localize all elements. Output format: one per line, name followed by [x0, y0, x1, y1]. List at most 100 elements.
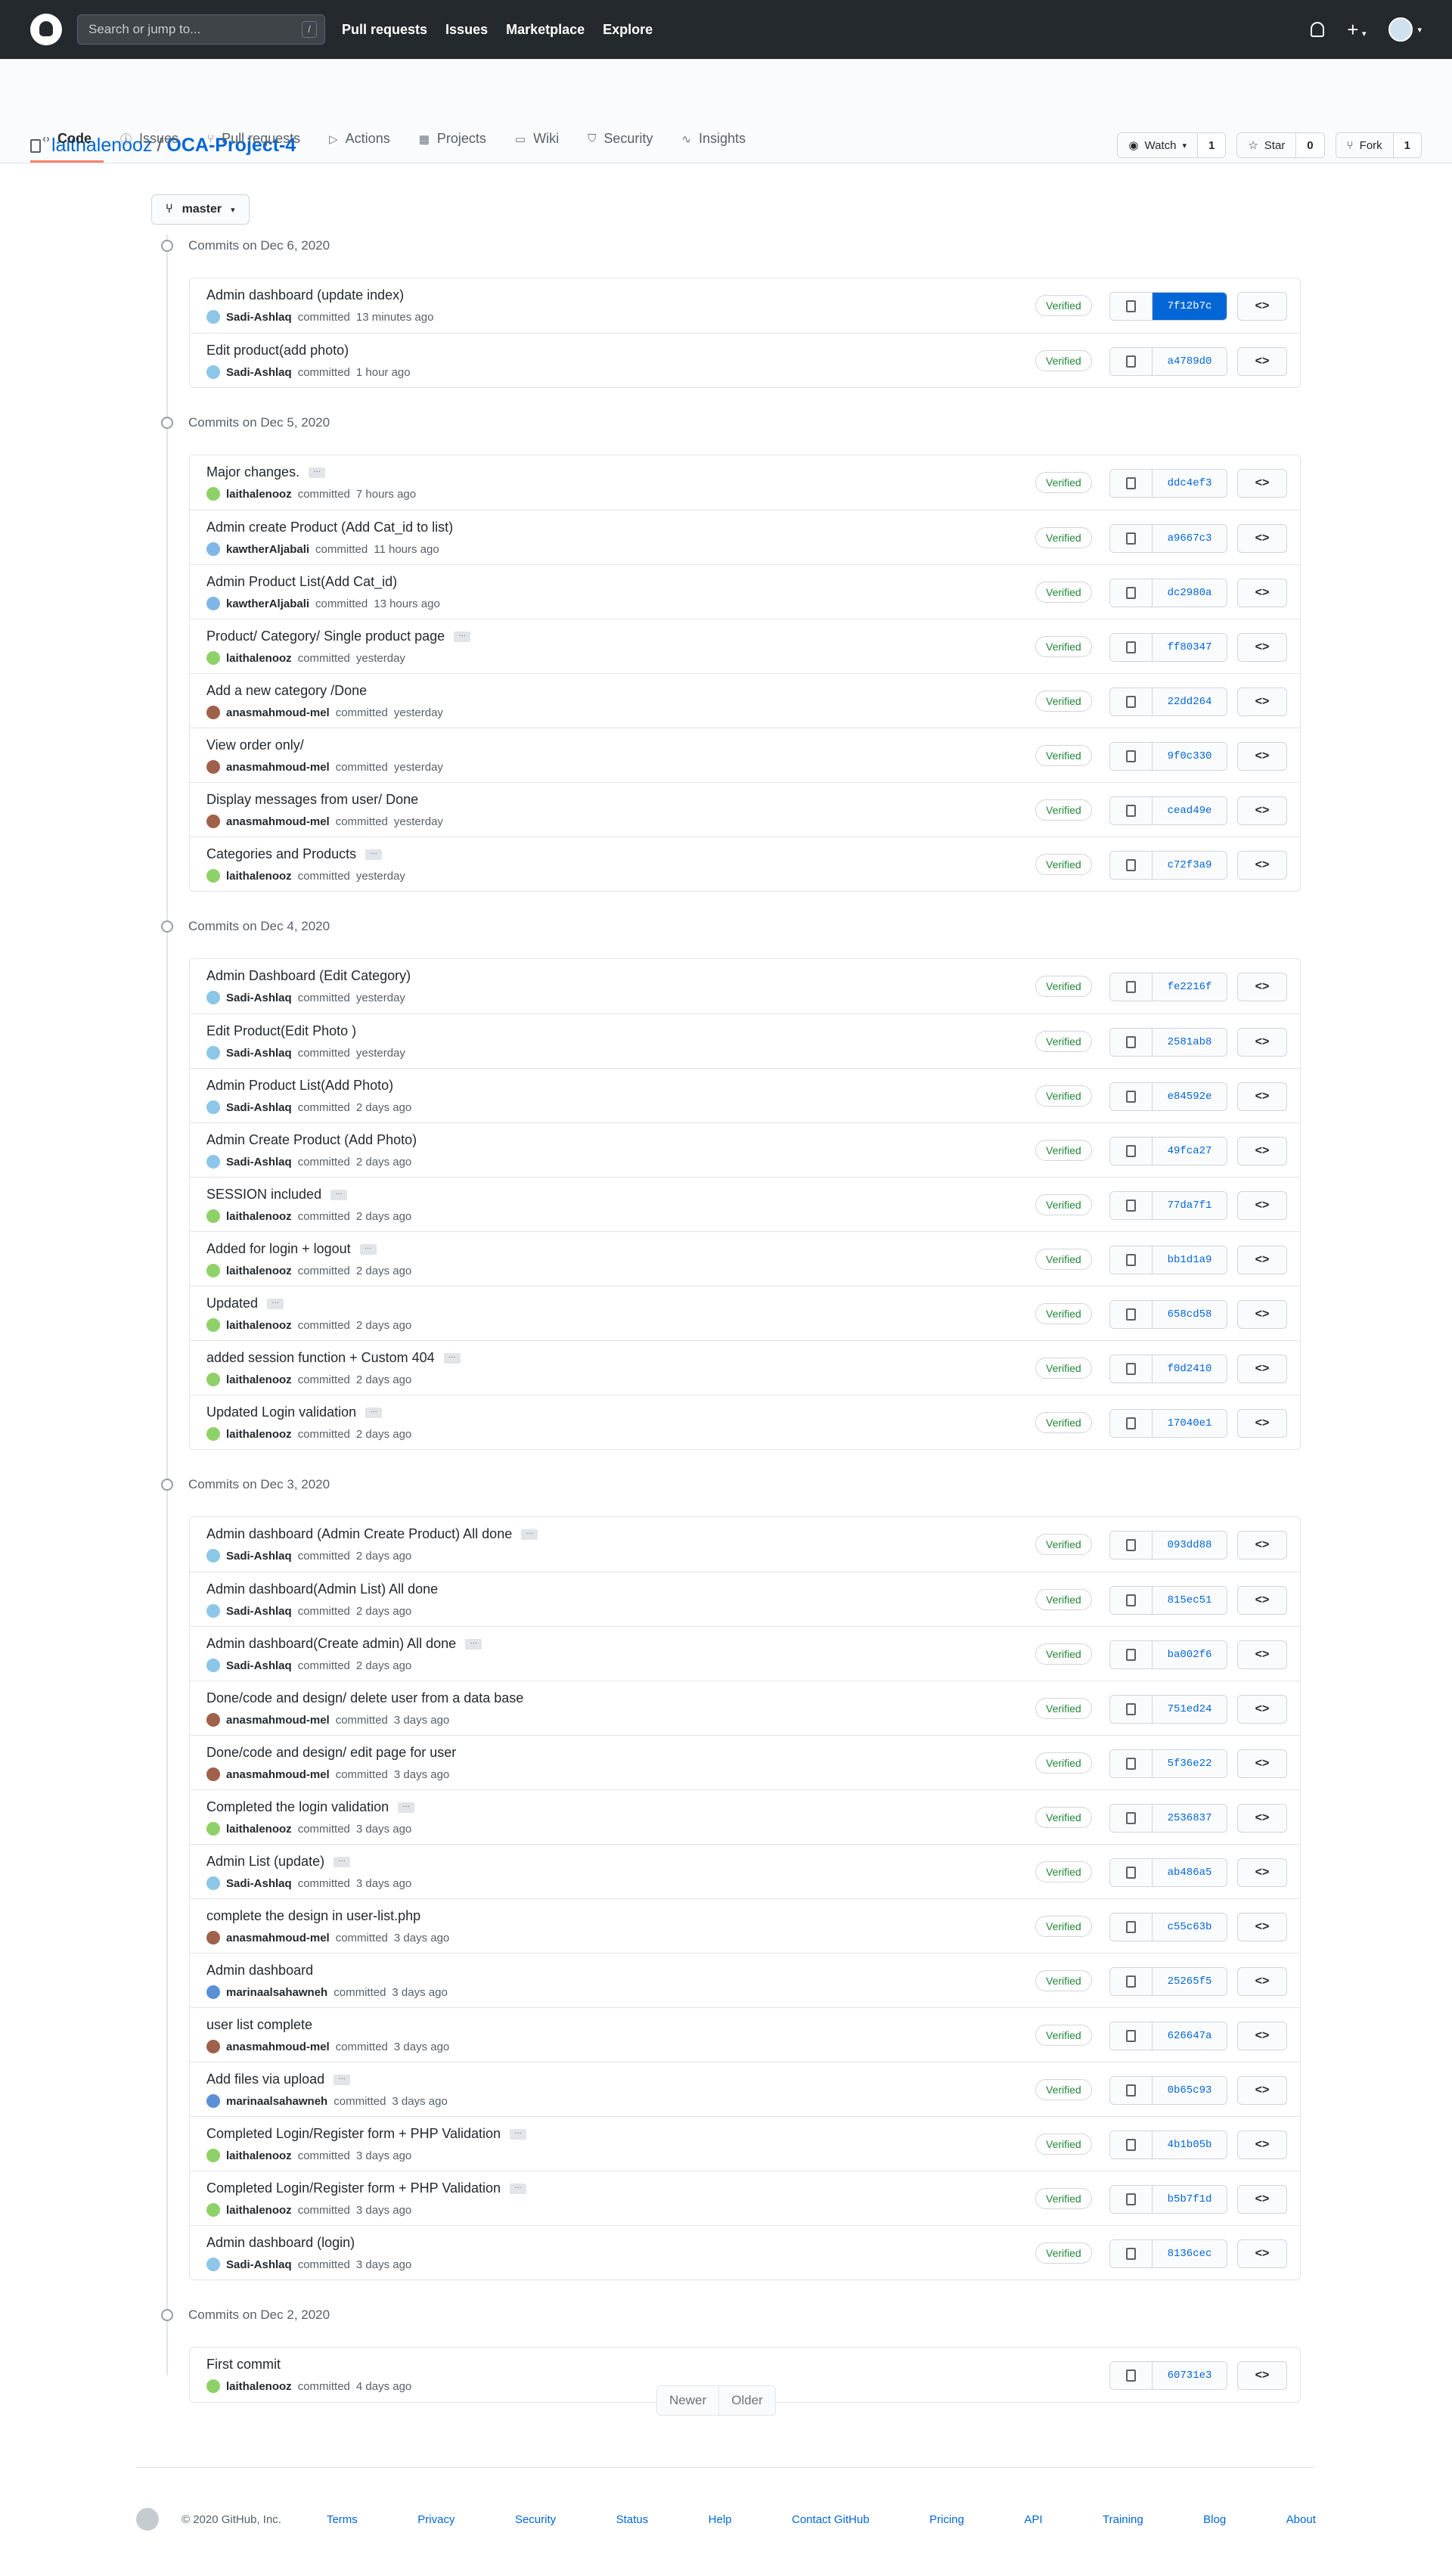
browse-repo-button[interactable]: <>: [1237, 469, 1287, 498]
fork-button[interactable]: ⑂ Fork 1: [1335, 132, 1422, 158]
footer-link[interactable]: Terms: [327, 2513, 358, 2526]
copy-sha-button[interactable]: [1110, 1968, 1153, 1995]
commit-author[interactable]: Sadi-Ashlaq: [226, 1659, 292, 1672]
commit-sha-link[interactable]: 2536837: [1153, 1805, 1227, 1832]
commit-sha-link[interactable]: 751ed24: [1153, 1696, 1227, 1723]
commit-sha-link[interactable]: c72f3a9: [1153, 852, 1227, 879]
commit-message[interactable]: Edit Product(Edit Photo ): [206, 1023, 356, 1039]
copy-sha-button[interactable]: [1110, 688, 1153, 715]
copy-sha-button[interactable]: [1110, 852, 1153, 879]
verified-badge[interactable]: Verified: [1035, 1807, 1092, 1828]
author-avatar[interactable]: [206, 1822, 220, 1836]
commit-message[interactable]: Completed Login/Register form + PHP Vali…: [206, 2126, 501, 2142]
commit-message[interactable]: Completed the login validation: [206, 1799, 389, 1815]
commit-message[interactable]: Admin dashboard (update index): [206, 287, 404, 303]
tab-actions[interactable]: ▷ Actions: [317, 131, 402, 163]
verified-badge[interactable]: Verified: [1035, 1249, 1092, 1270]
footer-link[interactable]: Help: [709, 2513, 732, 2526]
author-avatar[interactable]: [206, 597, 220, 610]
browse-repo-button[interactable]: <>: [1237, 1586, 1287, 1615]
commit-message[interactable]: Updated Login validation: [206, 1404, 356, 1420]
copy-sha-button[interactable]: [1110, 293, 1153, 320]
author-avatar[interactable]: [206, 1931, 220, 1944]
commit-author[interactable]: Sadi-Ashlaq: [226, 992, 292, 1004]
browse-repo-button[interactable]: <>: [1237, 1531, 1287, 1560]
commit-author[interactable]: Sadi-Ashlaq: [226, 1101, 292, 1114]
expand-ellipsis-button[interactable]: …: [521, 1528, 538, 1540]
footer-link[interactable]: Security: [515, 2513, 556, 2526]
copy-sha-button[interactable]: [1110, 1532, 1153, 1559]
watch-count[interactable]: 1: [1197, 133, 1226, 157]
commit-author[interactable]: anasmahmoud-mel: [226, 1714, 330, 1727]
browse-repo-button[interactable]: <>: [1237, 687, 1287, 716]
copy-sha-button[interactable]: [1110, 1137, 1153, 1165]
commit-message[interactable]: Admin dashboard(Create admin) All done: [206, 1636, 456, 1652]
commit-author[interactable]: laithalenooz: [226, 488, 292, 501]
commit-author[interactable]: laithalenooz: [226, 2149, 292, 2162]
copy-sha-button[interactable]: [1110, 1913, 1153, 1941]
commit-author[interactable]: Sadi-Ashlaq: [226, 1877, 292, 1890]
commit-sha-link[interactable]: 25265f5: [1153, 1968, 1227, 1995]
commit-author[interactable]: laithalenooz: [226, 652, 292, 665]
commit-message[interactable]: added session function + Custom 404: [206, 1350, 435, 1366]
author-avatar[interactable]: [206, 1209, 220, 1223]
expand-ellipsis-button[interactable]: …: [510, 2182, 527, 2194]
commit-sha-link[interactable]: 0b65c93: [1153, 2077, 1227, 2104]
verified-badge[interactable]: Verified: [1035, 527, 1092, 548]
nav-marketplace[interactable]: Marketplace: [506, 22, 585, 38]
expand-ellipsis-button[interactable]: …: [330, 1188, 348, 1200]
verified-badge[interactable]: Verified: [1035, 1589, 1092, 1610]
verified-badge[interactable]: Verified: [1035, 1861, 1092, 1882]
star-count[interactable]: 0: [1296, 133, 1324, 157]
commit-message[interactable]: Done/code and design/ edit page for user: [206, 1745, 456, 1761]
commit-sha-link[interactable]: 22dd264: [1153, 688, 1227, 715]
expand-ellipsis-button[interactable]: …: [365, 848, 383, 860]
commit-message[interactable]: Product/ Category/ Single product page: [206, 628, 445, 644]
verified-badge[interactable]: Verified: [1035, 2134, 1092, 2155]
copy-sha-button[interactable]: [1110, 797, 1153, 824]
commit-sha-link[interactable]: c55c63b: [1153, 1913, 1227, 1941]
commit-author[interactable]: anasmahmoud-mel: [226, 1932, 330, 1944]
verified-badge[interactable]: Verified: [1035, 1412, 1092, 1433]
browse-repo-button[interactable]: <>: [1237, 2131, 1287, 2159]
author-avatar[interactable]: [206, 1264, 220, 1277]
copy-sha-button[interactable]: [1110, 1587, 1153, 1614]
copy-sha-button[interactable]: [1110, 2022, 1153, 2050]
verified-badge[interactable]: Verified: [1035, 745, 1092, 766]
footer-link[interactable]: About: [1286, 2513, 1316, 2526]
verified-badge[interactable]: Verified: [1035, 1085, 1092, 1106]
author-avatar[interactable]: [206, 2379, 220, 2393]
footer-link[interactable]: Blog: [1203, 2513, 1226, 2526]
expand-ellipsis-button[interactable]: …: [398, 1801, 415, 1813]
author-avatar[interactable]: [206, 2094, 220, 2108]
copy-sha-button[interactable]: [1110, 973, 1153, 1001]
commit-sha-link[interactable]: 60731e3: [1153, 2362, 1227, 2389]
commit-message[interactable]: Admin dashboard (Admin Create Product) A…: [206, 1526, 512, 1542]
browse-repo-button[interactable]: <>: [1237, 1804, 1287, 1833]
footer-link[interactable]: Training: [1103, 2513, 1143, 2526]
author-avatar[interactable]: [206, 869, 220, 883]
copy-sha-button[interactable]: [1110, 2240, 1153, 2267]
commit-author[interactable]: laithalenooz: [226, 1265, 292, 1277]
verified-badge[interactable]: Verified: [1035, 472, 1092, 493]
commit-message[interactable]: Admin create Product (Add Cat_id to list…: [206, 520, 453, 535]
verified-badge[interactable]: Verified: [1035, 2188, 1092, 2209]
verified-badge[interactable]: Verified: [1035, 1358, 1092, 1379]
author-avatar[interactable]: [206, 310, 220, 324]
author-avatar[interactable]: [206, 487, 220, 501]
commit-author[interactable]: laithalenooz: [226, 870, 292, 883]
commit-message[interactable]: Admin dashboard (login): [206, 2235, 355, 2251]
commit-sha-link[interactable]: bb1d1a9: [1153, 1246, 1227, 1274]
commit-sha-link[interactable]: ff80347: [1153, 634, 1227, 661]
verified-badge[interactable]: Verified: [1035, 2025, 1092, 2046]
copy-sha-button[interactable]: [1110, 1410, 1153, 1437]
commit-author[interactable]: kawtherAljabali: [226, 597, 309, 610]
commit-message[interactable]: Edit product(add photo): [206, 343, 349, 358]
browse-repo-button[interactable]: <>: [1237, 1749, 1287, 1778]
commit-author[interactable]: anasmahmoud-mel: [226, 706, 330, 719]
commit-message[interactable]: Add files via upload: [206, 2072, 324, 2087]
expand-ellipsis-button[interactable]: …: [334, 1855, 351, 1867]
commit-author[interactable]: Sadi-Ashlaq: [226, 1047, 292, 1060]
author-avatar[interactable]: [206, 760, 220, 774]
nav-issues[interactable]: Issues: [445, 22, 488, 38]
